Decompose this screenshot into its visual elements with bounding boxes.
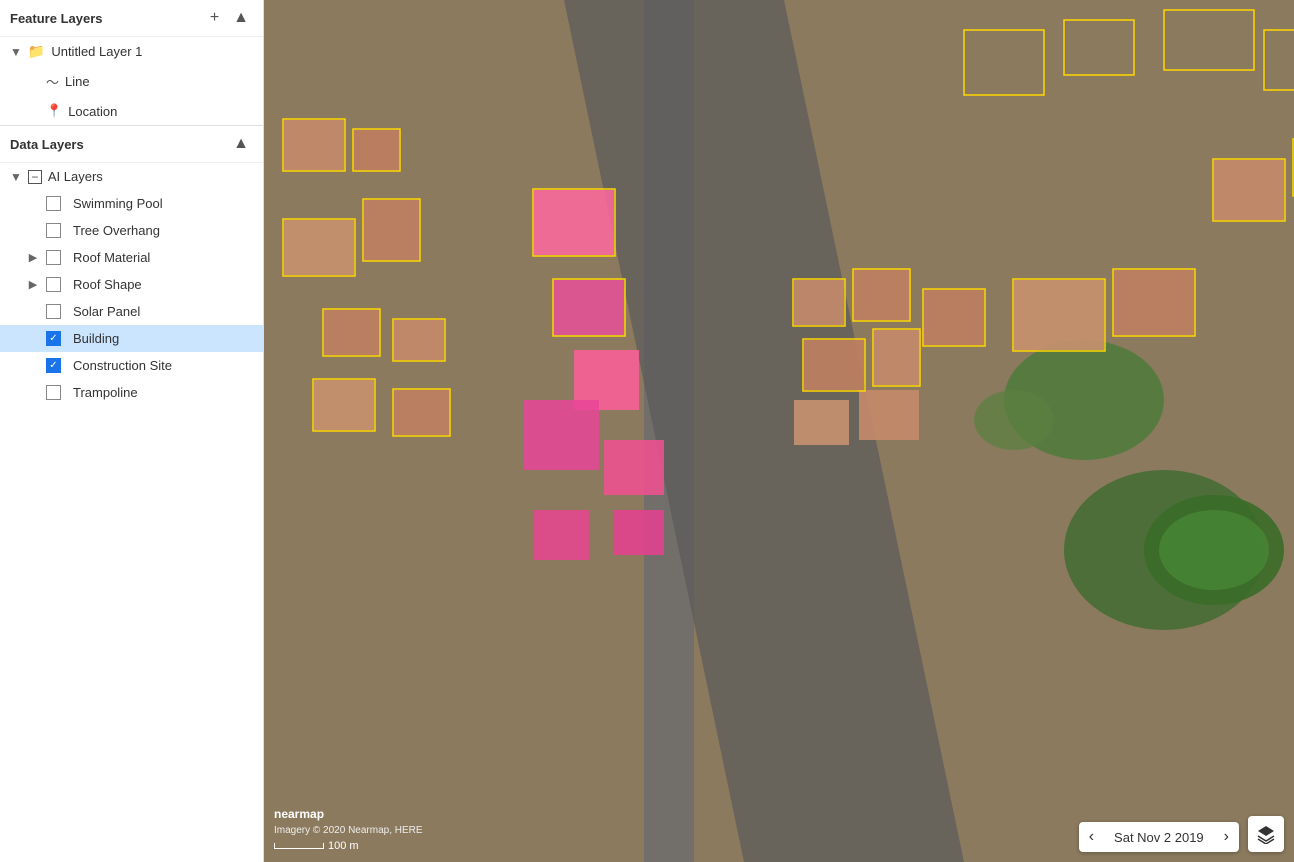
location-label: Location [68,104,117,119]
map-area: nearmap Imagery © 2020 Nearmap, HERE 100… [264,0,1294,862]
label-roof-material: Roof Material [73,250,150,265]
data-layers-header: Data Layers ▲ [0,126,263,163]
ai-layers-expand-icon: ▼ [10,170,22,184]
nearmap-logo: nearmap [274,807,423,821]
label-construction-site: Construction Site [73,358,172,373]
ai-layer-item-roof-shape[interactable]: ▶ Roof Shape [0,271,263,298]
checkbox-trampoline[interactable] [46,385,61,400]
folder-icon: 📁 [28,43,45,60]
ai-layer-item-roof-material[interactable]: ▶ Roof Material [0,244,263,271]
feature-layers-controls: + ▲ [206,8,253,28]
line-label: Line [65,74,90,89]
layer-expand-icon: ▼ [10,45,22,59]
expand-icon-roof-material[interactable]: ▶ [26,251,40,264]
ai-layers-minus-icon: − [28,170,42,184]
scale-line [274,843,324,849]
untitled-layer-label: Untitled Layer 1 [51,44,142,59]
line-item[interactable]: 〜 Line [0,66,263,97]
checkbox-swimming-pool[interactable] [46,196,61,211]
ai-layer-item-tree-overhang[interactable]: Tree Overhang [0,217,263,244]
map-svg [264,0,1294,862]
date-navigation: ‹ Sat Nov 2 2019 › [1079,822,1239,852]
scale-bar: 100 m [274,840,423,852]
location-item[interactable]: 📍 Location [0,97,263,125]
checkbox-tree-overhang[interactable] [46,223,61,238]
ai-layer-list: Swimming Pool Tree Overhang ▶ Roof Material… [0,190,263,406]
ai-layer-item-trampoline[interactable]: Trampoline [0,379,263,406]
checkbox-roof-shape[interactable] [46,277,61,292]
prev-date-button[interactable]: ‹ [1079,822,1104,852]
feature-layers-header: Feature Layers + ▲ [0,0,263,37]
checkbox-roof-material[interactable] [46,250,61,265]
sidebar: Feature Layers + ▲ ▼ 📁 Untitled Layer 1 … [0,0,264,862]
label-solar-panel: Solar Panel [73,304,140,319]
label-tree-overhang: Tree Overhang [73,223,160,238]
scale-label: 100 m [328,840,359,852]
feature-layers-label: Feature Layers [10,11,103,26]
checkbox-building[interactable] [46,331,61,346]
label-swimming-pool: Swimming Pool [73,196,163,211]
layers-stack-icon [1256,824,1276,844]
date-label: Sat Nov 2 2019 [1104,824,1214,851]
ai-layers-item[interactable]: ▼ − AI Layers [0,163,263,190]
data-layers-label: Data Layers [10,137,84,152]
collapse-data-layers-button[interactable]: ▲ [229,134,253,154]
label-trampoline: Trampoline [73,385,138,400]
map-canvas: nearmap Imagery © 2020 Nearmap, HERE 100… [264,0,1294,862]
label-building: Building [73,331,119,346]
next-date-button[interactable]: › [1214,822,1239,852]
ai-layer-item-building[interactable]: Building [0,325,263,352]
untitled-layer-item[interactable]: ▼ 📁 Untitled Layer 1 [0,37,263,66]
ai-layer-item-solar-panel[interactable]: Solar Panel [0,298,263,325]
feature-layers-title-group: Feature Layers [10,11,103,26]
collapse-feature-layers-button[interactable]: ▲ [229,8,253,28]
ai-layer-item-swimming-pool[interactable]: Swimming Pool [0,190,263,217]
checkbox-solar-panel[interactable] [46,304,61,319]
expand-icon-roof-shape[interactable]: ▶ [26,278,40,291]
add-layer-button[interactable]: + [206,8,223,28]
ai-layers-label: AI Layers [48,169,103,184]
label-roof-shape: Roof Shape [73,277,142,292]
map-bottom-bar: nearmap Imagery © 2020 Nearmap, HERE 100… [274,807,423,852]
location-icon: 📍 [46,103,62,119]
ai-layer-item-construction-site[interactable]: Construction Site [0,352,263,379]
map-attribution: Imagery © 2020 Nearmap, HERE [274,825,423,836]
data-layers-title-group: Data Layers [10,137,84,152]
line-icon: 〜 [46,72,59,91]
data-layers-controls: ▲ [229,134,253,154]
checkbox-construction-site[interactable] [46,358,61,373]
map-layers-button[interactable] [1248,816,1284,852]
